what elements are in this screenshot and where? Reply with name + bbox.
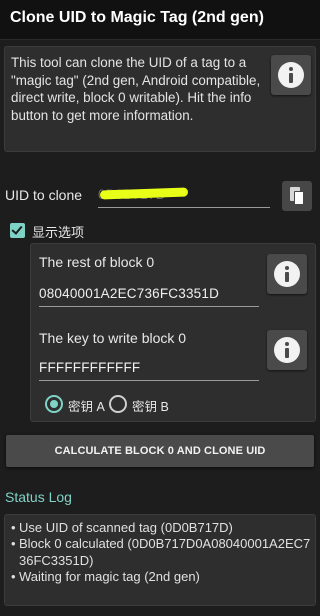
paste-button[interactable] [282,181,312,211]
key-b-label[interactable]: 密钥 B [132,396,169,415]
page-title: Clone UID to Magic Tag (2nd gen) [10,9,264,26]
status-log-list: Use UID of scanned tag (0D0B717D) Block … [11,520,311,585]
info-button[interactable] [271,55,311,95]
uid-label: UID to clone [5,187,83,203]
show-options-checkbox[interactable] [10,223,25,238]
log-entry: Waiting for magic tag (2nd gen) [11,569,311,586]
rest-of-block-input[interactable]: 08040001A2EC736FC3351D [39,283,259,307]
key-a-radio[interactable] [45,395,63,413]
status-log-card: Use UID of scanned tag (0D0B717D) Block … [4,514,316,606]
key-a-label[interactable]: 密钥 A [68,396,105,415]
show-options-label[interactable]: 显示选项 [32,222,84,241]
key-b-radio[interactable] [109,395,127,413]
info-description: This tool can clone the UID of a tag to … [11,55,261,123]
title-bar: Clone UID to Magic Tag (2nd gen) [0,0,320,40]
info-icon [274,337,300,363]
key-input[interactable]: FFFFFFFFFFFF [39,357,259,381]
info-icon [274,261,300,287]
check-icon [11,223,23,235]
status-log-title: Status Log [5,489,72,505]
log-entry: Block 0 calculated (0D0B717D0A08040001A2… [11,536,311,569]
rest-of-block-label: The rest of block 0 [39,254,155,270]
calculate-and-clone-button[interactable]: CALCULATE BLOCK 0 AND CLONE UID [6,435,314,467]
log-entry: Use UID of scanned tag (0D0B717D) [11,520,311,537]
rest-of-block-info-button[interactable] [267,254,307,294]
info-icon [278,62,304,88]
options-card: The rest of block 0 08040001A2EC736FC335… [30,243,316,422]
info-card: This tool can clone the UID of a tag to … [4,46,316,152]
key-info-button[interactable] [267,330,307,370]
key-label: The key to write block 0 [39,330,187,346]
